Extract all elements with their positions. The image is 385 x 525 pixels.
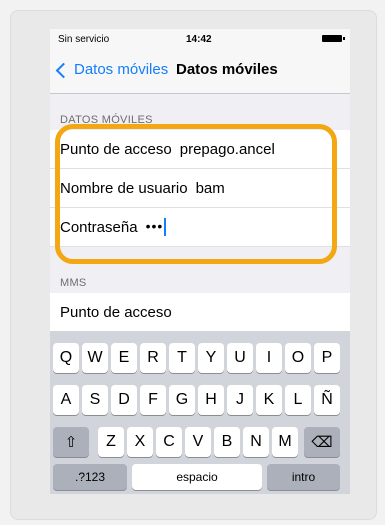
key-q[interactable]: Q [53,343,79,373]
key-i[interactable]: I [256,343,282,373]
key-y[interactable]: Y [198,343,224,373]
key-m[interactable]: M [272,427,298,457]
highlight-outline [55,124,337,264]
key-t[interactable]: T [169,343,195,373]
chevron-left-icon [55,62,72,78]
key-l[interactable]: L [285,385,311,415]
key-g[interactable]: G [169,385,195,415]
key-s[interactable]: S [82,385,108,415]
status-bar: Sin servicio 14:42 [50,29,350,49]
backspace-icon: ⌫ [311,434,333,451]
key-n[interactable]: N [243,427,269,457]
space-key[interactable]: espacio [132,464,262,490]
key-b[interactable]: B [214,427,240,457]
key-r[interactable]: R [140,343,166,373]
carrier-label: Sin servicio [58,34,110,45]
key-x[interactable]: X [127,427,153,457]
mms-apn-row[interactable]: Punto de acceso [50,293,350,332]
key-o[interactable]: O [285,343,311,373]
key-z[interactable]: Z [98,427,124,457]
key-n-tilde[interactable]: Ñ [314,385,340,415]
key-h[interactable]: H [198,385,224,415]
back-label: Datos móviles [74,61,169,78]
key-c[interactable]: C [156,427,182,457]
back-button[interactable]: Datos móviles [55,61,169,78]
key-j[interactable]: J [227,385,253,415]
shift-key[interactable]: ⇧ [53,427,89,457]
page-title: Datos móviles [176,61,278,78]
key-p[interactable]: P [314,343,340,373]
key-e[interactable]: E [111,343,137,373]
enter-key[interactable]: intro [267,464,340,490]
key-a[interactable]: A [53,385,79,415]
keyboard: Q W E R T Y U I O P A S D F G H J K L Ñ … [50,331,350,494]
shift-icon: ⇧ [64,434,78,451]
backspace-key[interactable]: ⌫ [304,427,340,457]
key-u[interactable]: U [227,343,253,373]
key-v[interactable]: V [185,427,211,457]
key-w[interactable]: W [82,343,108,373]
battery-icon [322,35,345,42]
section-header-mms: MMS [60,277,87,289]
numbers-key[interactable]: .?123 [53,464,127,490]
key-f[interactable]: F [140,385,166,415]
key-d[interactable]: D [111,385,137,415]
navigation-bar: Datos móviles Datos móviles [50,49,350,94]
key-k[interactable]: K [256,385,282,415]
clock: 14:42 [186,34,212,45]
mms-apn-label: Punto de acceso [60,303,172,321]
